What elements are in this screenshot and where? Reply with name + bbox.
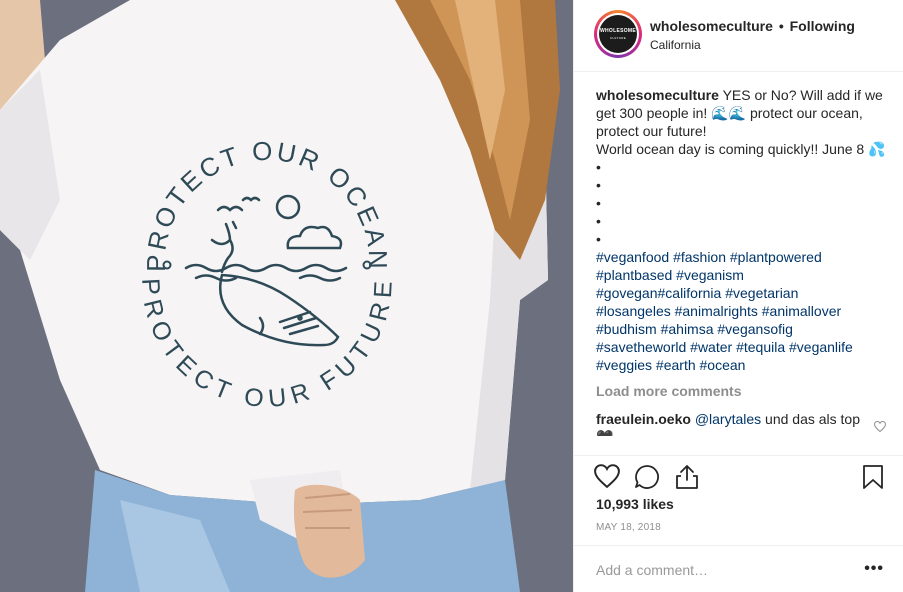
caption-bullet: • xyxy=(596,213,601,229)
likes-count[interactable]: 10,993 likes xyxy=(596,496,674,512)
small-heart-icon[interactable] xyxy=(873,418,886,436)
post-date[interactable]: MAY 18, 2018 xyxy=(596,522,661,533)
hashtag-line[interactable]: #plantbased #veganism xyxy=(596,266,886,284)
post-image[interactable]: PROTECT OUR OCEAN PROTECT OUR FUTURE xyxy=(0,0,573,592)
hashtag-line[interactable]: #savetheworld #water #tequila #veganlife xyxy=(596,338,886,356)
separator-dot: • xyxy=(778,18,784,34)
avatar[interactable]: WHOLESOME CULTURE xyxy=(594,10,642,58)
location-link[interactable]: California xyxy=(650,38,701,52)
caption: wholesomeculture YES or No? Will add if … xyxy=(596,86,886,374)
add-comment-input[interactable]: Add a comment… xyxy=(596,562,708,578)
hashtag-line[interactable]: #veganfood #fashion #plantpowered xyxy=(596,248,886,266)
caption-bullet: • xyxy=(596,195,601,211)
bookmark-icon[interactable] xyxy=(862,464,890,492)
hashtag-line[interactable]: #veggies #earth #ocean xyxy=(596,356,886,374)
add-comment-bar: Add a comment… ••• xyxy=(574,545,903,592)
caption-line-2: World ocean day is coming quickly!! June… xyxy=(596,141,886,157)
caption-bullet: • xyxy=(596,231,601,247)
hashtags: #veganfood #fashion #plantpowered #plant… xyxy=(596,248,886,374)
avatar-image: WHOLESOME CULTURE xyxy=(599,15,637,53)
comment-author[interactable]: fraeulein.oeko xyxy=(596,411,691,427)
avatar-text: WHOLESOME xyxy=(599,28,637,34)
avatar-subtext: CULTURE xyxy=(609,36,627,40)
post-header: WHOLESOME CULTURE wholesomeculture • Fol… xyxy=(574,0,903,72)
header-username[interactable]: wholesomeculture xyxy=(650,18,773,34)
comment-mention[interactable]: @larytales xyxy=(695,411,761,427)
following-button[interactable]: Following xyxy=(790,18,855,34)
post-sidebar: WHOLESOME CULTURE wholesomeculture • Fol… xyxy=(573,0,903,592)
action-bar xyxy=(574,455,903,499)
hashtag-line[interactable]: #govegan#california #vegetarian xyxy=(596,284,886,302)
heart-icon[interactable] xyxy=(594,464,622,492)
more-options-button[interactable]: ••• xyxy=(864,560,884,578)
hashtag-line[interactable]: #losangeles #animalrights #animallover xyxy=(596,302,886,320)
post-container: PROTECT OUR OCEAN PROTECT OUR FUTURE WHO… xyxy=(0,0,903,592)
caption-author[interactable]: wholesomeculture xyxy=(596,87,719,103)
caption-bullet: • xyxy=(596,177,601,193)
comment-item: fraeulein.oeko @larytales und das als to… xyxy=(596,410,886,436)
caption-bullet: • xyxy=(596,159,601,175)
avatar-ring: WHOLESOME CULTURE xyxy=(597,13,639,55)
load-more-comments-button[interactable]: Load more comments xyxy=(596,382,886,400)
hashtag-line[interactable]: #budhism #ahimsa #vegansofig xyxy=(596,320,886,338)
share-icon[interactable] xyxy=(674,464,702,492)
tshirt-photo: PROTECT OUR OCEAN PROTECT OUR FUTURE xyxy=(0,0,573,592)
header-username-row: wholesomeculture • Following xyxy=(650,18,855,34)
comment-icon[interactable] xyxy=(634,464,662,492)
comments-section: wholesomeculture YES or No? Will add if … xyxy=(596,86,886,456)
